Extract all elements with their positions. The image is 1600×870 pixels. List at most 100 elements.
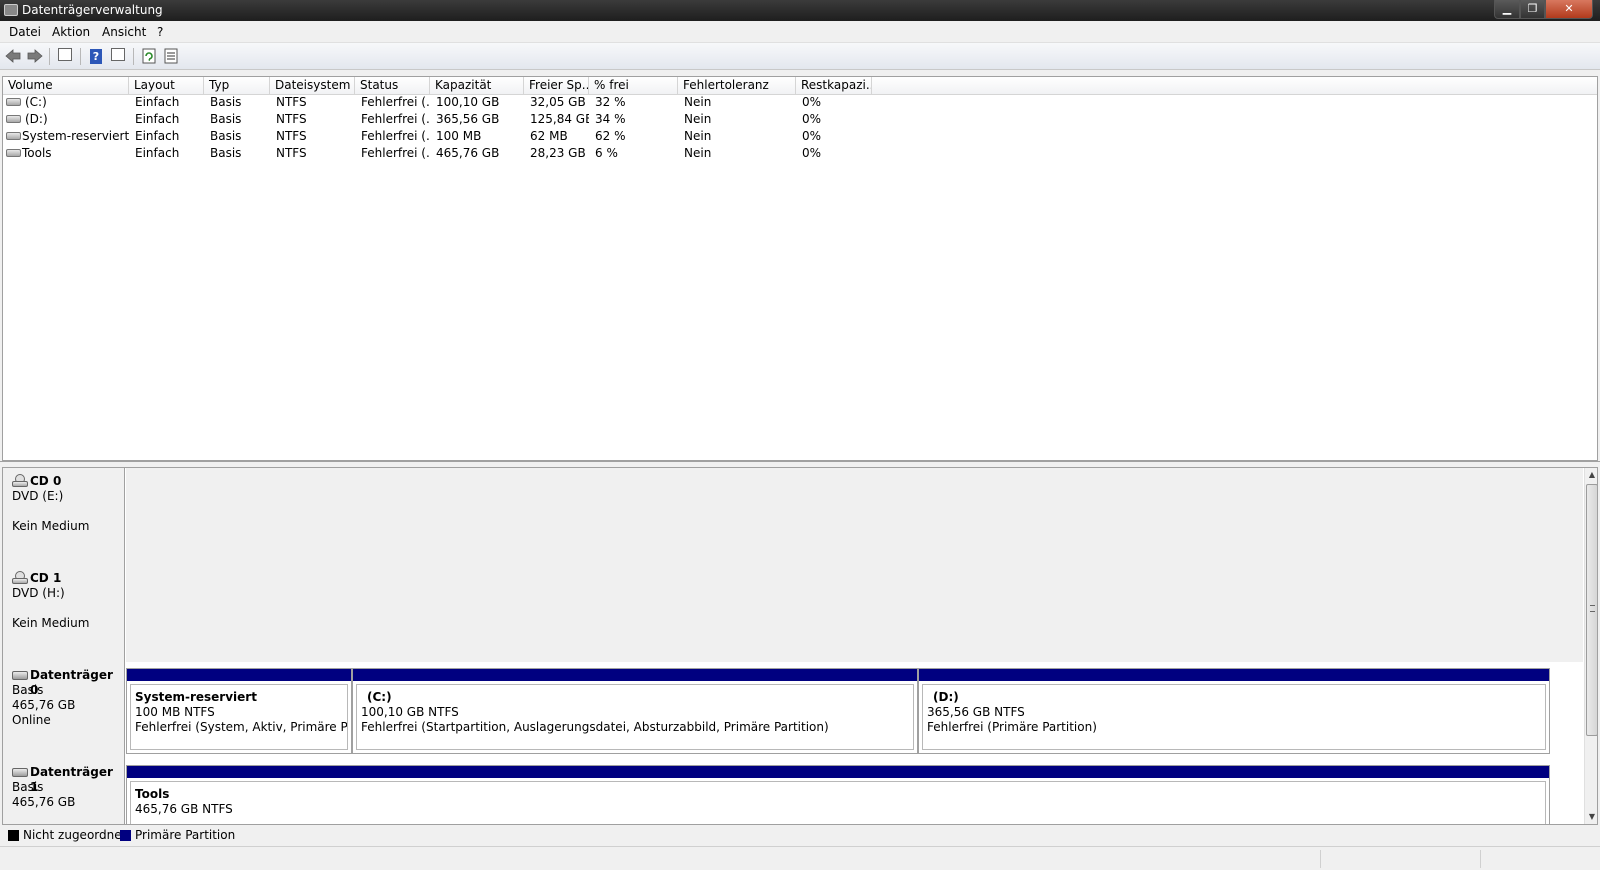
close-button[interactable]: ✕ bbox=[1545, 0, 1593, 19]
column-header-prozent-frei[interactable]: % frei bbox=[589, 77, 678, 95]
menu-datei[interactable]: Datei bbox=[9, 25, 41, 39]
column-header-dateisystem[interactable]: Dateisystem bbox=[270, 77, 355, 95]
minimize-button[interactable]: ▁ bbox=[1494, 0, 1520, 19]
disk-label[interactable]: Datenträger 1 Basis 465,76 GB bbox=[3, 759, 125, 824]
disk-type: Basis bbox=[12, 683, 44, 697]
disk-label[interactable]: Datenträger 0 Basis 465,76 GB Online bbox=[3, 662, 125, 761]
partition-system-reserviert[interactable]: System-reserviert 100 MB NTFS Fehlerfrei… bbox=[126, 668, 352, 754]
disk-row-datentraeger-1: Datenträger 1 Basis 465,76 GB Tools 465,… bbox=[3, 759, 1583, 824]
menu-aktion[interactable]: Aktion bbox=[52, 25, 90, 39]
partition-tools[interactable]: Tools 465,76 GB NTFS bbox=[126, 765, 1550, 824]
column-header-volume[interactable]: Volume bbox=[3, 77, 129, 95]
maximize-button[interactable]: ❐ bbox=[1520, 0, 1545, 19]
scrollbar-thumb[interactable] bbox=[1586, 484, 1597, 736]
partition-size: 100 MB NTFS bbox=[135, 705, 215, 719]
volume-row[interactable]: (C:) Einfach Basis NTFS Fehlerfrei (... … bbox=[3, 94, 893, 111]
disk-name: CD 0 bbox=[30, 474, 62, 488]
toolbar-separator bbox=[80, 48, 81, 65]
volume-kapazitaet: 365,56 GB bbox=[436, 112, 500, 126]
partition-name: Tools bbox=[135, 787, 170, 801]
forward-arrow-icon[interactable] bbox=[26, 48, 44, 64]
scroll-down-arrow-icon[interactable]: ▼ bbox=[1585, 810, 1597, 824]
volume-freier-speicher: 28,23 GB bbox=[530, 146, 586, 160]
column-header-kapazitaet[interactable]: Kapazität bbox=[430, 77, 524, 95]
disk-row-datentraeger-0: Datenträger 0 Basis 465,76 GB Online Sys… bbox=[3, 662, 1583, 761]
volume-typ: Basis bbox=[210, 146, 242, 160]
partition-name: (D:) bbox=[933, 690, 959, 704]
column-header-status[interactable]: Status bbox=[355, 77, 430, 95]
legend-item-nicht-zugeordnet: Nicht zugeordnet bbox=[8, 828, 126, 842]
volume-row[interactable]: Tools Einfach Basis NTFS Fehlerfrei (...… bbox=[3, 145, 893, 162]
menu-help[interactable]: ? bbox=[157, 25, 163, 39]
legend: Nicht zugeordnet Primäre Partition bbox=[2, 826, 1598, 844]
export-list-icon[interactable] bbox=[162, 48, 180, 64]
cd-drive-icon bbox=[12, 571, 28, 584]
scroll-up-arrow-icon[interactable]: ▲ bbox=[1585, 468, 1597, 482]
disk-label[interactable]: CD 0 DVD (E:) Kein Medium bbox=[3, 468, 125, 567]
disk-size bbox=[12, 504, 124, 519]
volume-name: System-reserviert bbox=[22, 129, 129, 143]
disk-area: Tools 465,76 GB NTFS bbox=[126, 759, 1583, 824]
partition-size: 100,10 GB NTFS bbox=[361, 705, 459, 719]
disk-area-empty bbox=[126, 468, 1583, 567]
app-icon bbox=[4, 4, 18, 16]
volume-prozent-frei: 6 % bbox=[595, 146, 618, 160]
disk-map: CD 0 DVD (E:) Kein Medium CD 1 DVD (H:) … bbox=[2, 467, 1598, 825]
legend-item-primaere-partition: Primäre Partition bbox=[120, 828, 235, 842]
title-bar: Datenträgerverwaltung ▁ ❐ ✕ bbox=[0, 0, 1600, 21]
partition-name: (C:) bbox=[367, 690, 392, 704]
disk-size: 465,76 GB bbox=[12, 795, 76, 809]
volume-kapazitaet: 100,10 GB bbox=[436, 95, 500, 109]
volume-row[interactable]: (D:) Einfach Basis NTFS Fehlerfrei (... … bbox=[3, 111, 893, 128]
volume-layout: Einfach bbox=[135, 146, 180, 160]
volume-status: Fehlerfrei (... bbox=[361, 95, 430, 109]
partition-type-bar bbox=[353, 669, 917, 681]
volume-dateisystem: NTFS bbox=[276, 95, 307, 109]
volume-layout: Einfach bbox=[135, 112, 180, 126]
volume-name: Tools bbox=[22, 146, 52, 160]
status-divider bbox=[1320, 850, 1321, 868]
column-header-layout[interactable]: Layout bbox=[129, 77, 204, 95]
disk-area-empty bbox=[126, 565, 1583, 664]
disk-label[interactable]: CD 1 DVD (H:) Kein Medium bbox=[3, 565, 125, 664]
partition-type-bar bbox=[127, 669, 351, 681]
volume-name: (C:) bbox=[25, 95, 47, 109]
back-arrow-icon[interactable] bbox=[4, 48, 22, 64]
volume-freier-speicher: 32,05 GB bbox=[530, 95, 586, 109]
volume-fehlertoleranz: Nein bbox=[684, 146, 712, 160]
partition-d[interactable]: (D:) 365,56 GB NTFS Fehlerfrei (Primäre … bbox=[918, 668, 1550, 754]
status-bar bbox=[0, 846, 1600, 870]
disk-name: CD 1 bbox=[30, 571, 62, 585]
volume-restkapazitaet: 0% bbox=[802, 95, 822, 109]
refresh-icon[interactable] bbox=[140, 48, 158, 64]
volume-row[interactable]: System-reserviert Einfach Basis NTFS Feh… bbox=[3, 128, 893, 145]
disk-status bbox=[12, 810, 124, 824]
partition-name: System-reserviert bbox=[135, 690, 257, 704]
volume-dateisystem: NTFS bbox=[276, 129, 307, 143]
partition-status: Fehlerfrei (System, Aktiv, Primäre Parti… bbox=[135, 720, 348, 734]
menu-ansicht[interactable]: Ansicht bbox=[102, 25, 146, 39]
cd-drive-icon bbox=[12, 474, 28, 487]
help-icon[interactable]: ? bbox=[87, 48, 105, 64]
disk-map-scrollbar[interactable]: ▲ ▼ bbox=[1584, 468, 1597, 824]
partition-type-bar bbox=[127, 766, 1549, 778]
disk-status: Kein Medium bbox=[12, 616, 90, 630]
volume-fehlertoleranz: Nein bbox=[684, 129, 712, 143]
partition-c[interactable]: (C:) 100,10 GB NTFS Fehlerfrei (Startpar… bbox=[352, 668, 918, 754]
volume-layout: Einfach bbox=[135, 95, 180, 109]
legend-label: Primäre Partition bbox=[135, 828, 236, 842]
window-title: Datenträgerverwaltung bbox=[22, 3, 163, 17]
properties-icon[interactable] bbox=[109, 48, 127, 64]
disk-status: Online bbox=[12, 713, 51, 727]
column-header-restkapazitaet[interactable]: Restkapazi... bbox=[796, 77, 872, 95]
console-tree-icon[interactable] bbox=[56, 48, 74, 64]
column-header-fehlertoleranz[interactable]: Fehlertoleranz bbox=[678, 77, 796, 95]
disk-area: System-reserviert 100 MB NTFS Fehlerfrei… bbox=[126, 662, 1583, 761]
volume-list-header: Volume Layout Typ Dateisystem Status Kap… bbox=[3, 77, 1597, 95]
column-header-typ[interactable]: Typ bbox=[204, 77, 270, 95]
volume-prozent-frei: 62 % bbox=[595, 129, 626, 143]
disk-type: DVD (H:) bbox=[12, 586, 65, 600]
volume-restkapazitaet: 0% bbox=[802, 129, 822, 143]
column-header-freier-speicher[interactable]: Freier Sp... bbox=[524, 77, 589, 95]
toolbar-separator bbox=[49, 48, 50, 65]
